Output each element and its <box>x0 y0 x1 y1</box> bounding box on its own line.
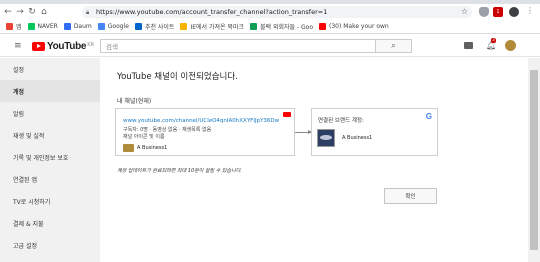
sidebar-item[interactable]: 알림 <box>0 102 100 124</box>
notification-count-badge: 3 <box>491 38 496 43</box>
hamburger-menu-icon[interactable]: ≡ <box>14 41 22 51</box>
bookmark-item[interactable]: (30) Make your own <box>319 23 389 30</box>
youtube-icon <box>283 112 291 117</box>
bookmarks-bar: 앱 NAVER Daum Google 추천 사이트 IE에서 가져온 북마크 블랙 외회자… <box>0 20 540 34</box>
sidebar-item[interactable]: 재생 및 실적 <box>0 124 100 146</box>
search-button[interactable]: ⌕ <box>376 39 412 53</box>
channel-avatar <box>123 144 134 152</box>
scroll-thumb[interactable] <box>530 70 538 250</box>
bookmark-label: NAVER <box>37 23 58 30</box>
youtube-header: ≡ YouTube KR 검색 ⌕ 🔔︎ 3 <box>0 35 540 57</box>
bookmark-item[interactable]: IE에서 가져온 북마크 <box>180 22 244 31</box>
bookmark-item[interactable]: Daum <box>63 23 92 30</box>
bookmark-favicon-icon <box>134 23 142 30</box>
bookmark-star-icon[interactable]: ☆ <box>461 7 468 16</box>
ok-button[interactable]: 확인 <box>384 188 437 204</box>
bookmark-label: 추천 사이트 <box>144 24 175 31</box>
bookmark-favicon-icon <box>319 23 326 30</box>
home-icon[interactable]: ⌂ <box>38 5 50 19</box>
sidebar-item[interactable]: 기록 및 개인정보 보호 <box>0 146 100 168</box>
profile-avatar[interactable] <box>509 7 519 17</box>
update-notice: 계정 업데이트가 완료되려면 최대 10분이 걸릴 수 있습니다. <box>117 168 242 174</box>
page-title: YouTube 채널이 이전되었습니다. <box>117 72 238 82</box>
upload-video-icon[interactable] <box>464 42 473 49</box>
section-label: 내 채널(현재) <box>117 98 152 105</box>
channel-name: A Business1 <box>137 145 168 151</box>
extension-badge-icon[interactable]: 1 <box>493 7 503 17</box>
sidebar-item[interactable]: 연결된 앱 <box>0 168 100 190</box>
bookmark-label: 앱 <box>16 24 22 31</box>
lock-icon: 🔒︎ <box>86 8 90 16</box>
google-icon: G <box>425 112 432 121</box>
bookmark-favicon-icon <box>180 23 188 30</box>
sidebar-item[interactable]: 고급 설정 <box>0 234 100 256</box>
account-avatar[interactable] <box>505 40 516 51</box>
bookmark-label: 블랙 외회자들 - Goo <box>260 24 313 31</box>
region-code: KR <box>87 41 94 48</box>
bookmark-item[interactable]: Google <box>97 23 129 30</box>
browser-toolbar: ← → ↻ ⌂ 🔒︎ https://www.youtube.com/accou… <box>0 4 540 20</box>
bookmark-item[interactable]: 앱 <box>6 22 22 31</box>
shield-extension-icon[interactable] <box>479 7 489 17</box>
channel-icon-name-label: 채널 아이콘 및 이름 <box>123 134 165 140</box>
bookmark-favicon-icon <box>250 23 257 30</box>
channel-url-link[interactable]: www.youtube.com/channel/UCleO4qnIA0hXXYF… <box>123 118 279 124</box>
sidebar-item[interactable]: 계정 <box>0 80 100 102</box>
bookmark-label: Google <box>107 23 129 30</box>
forward-icon[interactable]: → <box>14 5 26 19</box>
sidebar-item[interactable]: 설정 <box>0 58 100 80</box>
address-bar[interactable]: 🔒︎ https://www.youtube.com/account_trans… <box>82 6 472 18</box>
main-content: YouTube 채널이 이전되었습니다. 내 채널(현재) www.youtub… <box>100 58 528 262</box>
bookmark-favicon-icon <box>97 23 105 30</box>
brand-account-name: A Business1 <box>342 135 373 141</box>
youtube-play-icon <box>32 42 45 51</box>
reload-icon[interactable]: ↻ <box>26 5 38 19</box>
brand-account-card: 연결된 브랜드 계정: G A Business1 <box>311 108 438 156</box>
browser-menu-icon[interactable]: ⋮ <box>526 6 534 15</box>
brand-account-label: 연결된 브랜드 계정: <box>318 118 364 124</box>
bookmark-favicon-icon <box>6 23 13 30</box>
bookmark-item[interactable]: 추천 사이트 <box>134 22 175 31</box>
sidebar-item[interactable]: 결제 & 지불 <box>0 212 100 234</box>
search-input[interactable]: 검색 <box>100 39 376 53</box>
back-icon[interactable]: ← <box>2 5 14 19</box>
bookmark-label: Daum <box>73 23 92 30</box>
bookmark-label: IE에서 가져온 북마크 <box>190 24 244 31</box>
old-channel-card: www.youtube.com/channel/UCleO4qnIA0hXXYF… <box>115 108 295 156</box>
bookmark-item[interactable]: NAVER <box>27 23 58 30</box>
youtube-logo[interactable]: YouTube KR <box>32 41 94 52</box>
bookmark-item[interactable]: 블랙 외회자들 - Goo <box>250 22 313 31</box>
settings-sidebar: 설정 계정 알림 재생 및 실적 기록 및 개인정보 보호 연결된 앱 TV로 시청하기 결제… <box>0 58 100 262</box>
brand-account-thumbnail <box>317 129 335 147</box>
sidebar-item[interactable]: TV로 시청하기 <box>0 190 100 212</box>
channel-stats: 구독자: 0명 · 동영상 없음 · 재생목록 없음 <box>123 127 212 133</box>
page-scrollbar[interactable] <box>528 58 540 262</box>
bookmark-favicon-icon <box>27 23 35 30</box>
bookmark-label: (30) Make your own <box>329 23 389 30</box>
url-text: https://www.youtube.com/account_transfer… <box>96 8 328 16</box>
youtube-wordmark: YouTube <box>47 41 87 52</box>
bookmark-favicon-icon <box>63 23 71 30</box>
